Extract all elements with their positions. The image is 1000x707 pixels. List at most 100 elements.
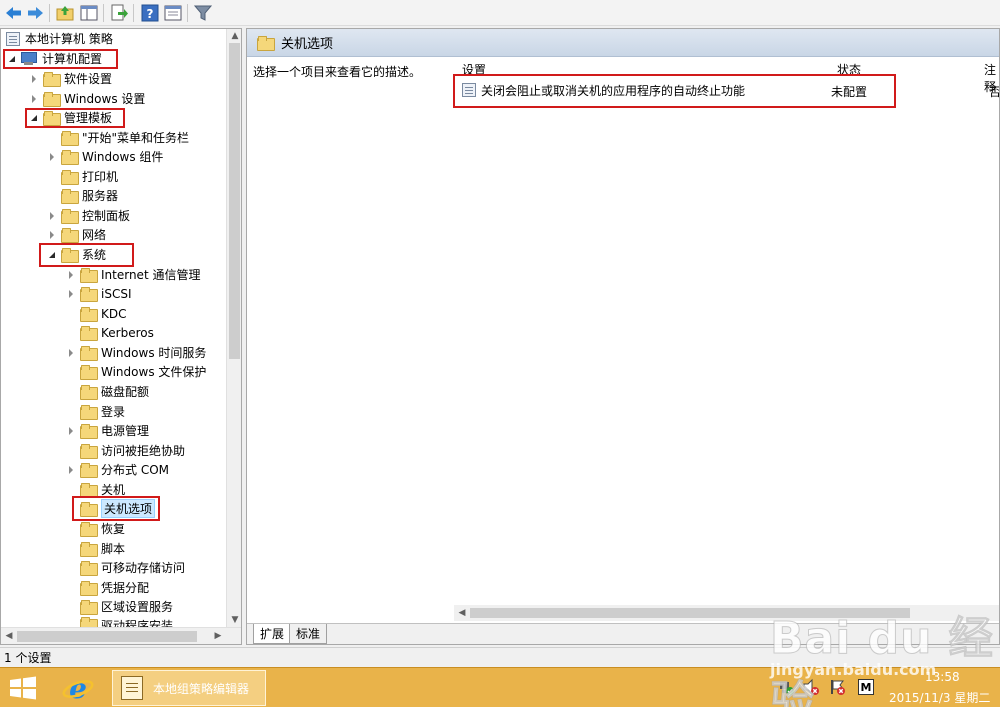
tree-item-internet-comm[interactable]: Internet 通信管理: [65, 265, 200, 284]
tab-extended[interactable]: 扩展: [253, 624, 292, 644]
network-tray-icon[interactable]: [777, 678, 795, 696]
folder-icon: [80, 405, 98, 420]
folder-icon: [80, 542, 98, 557]
up-folder-icon[interactable]: [55, 3, 75, 23]
collapsed-arrow-icon[interactable]: [65, 425, 77, 437]
folder-icon: [61, 131, 79, 146]
tree-item-kerberos[interactable]: Kerberos: [80, 323, 154, 342]
tree-item-windows-file-protection[interactable]: Windows 文件保护: [80, 362, 206, 381]
scroll-left-icon[interactable]: ◀: [1, 629, 17, 643]
tree-horizontal-scrollbar[interactable]: ◀ ▶: [1, 627, 241, 644]
start-windows-icon[interactable]: [8, 676, 38, 700]
tree-item-recovery[interactable]: 恢复: [80, 519, 125, 538]
folder-icon: [61, 228, 79, 243]
clock-date[interactable]: 2015/11/3 星期二: [889, 689, 990, 706]
folder-icon: [80, 463, 98, 478]
folder-icon: [43, 72, 61, 87]
tree-item-driver-install[interactable]: 驱动程序安装: [80, 617, 173, 627]
help-icon[interactable]: ?: [140, 3, 160, 23]
tree-label: 登录: [101, 405, 126, 419]
tab-standard[interactable]: 标准: [289, 624, 328, 644]
folder-icon: [80, 365, 98, 380]
tree-item-start-menu[interactable]: "开始"菜单和任务栏: [61, 128, 189, 147]
tree-item-scripts[interactable]: 脚本: [80, 539, 125, 558]
svg-text:e: e: [69, 673, 87, 703]
folder-icon: [80, 444, 98, 459]
folder-icon: [80, 522, 98, 537]
tree-label: 区域设置服务: [101, 600, 174, 614]
tree-item-windows-settings[interactable]: Windows 设置: [28, 89, 145, 108]
collapsed-arrow-icon[interactable]: [46, 229, 58, 241]
highlight-system: [39, 243, 134, 267]
tree-vertical-scrollbar[interactable]: ▲ ▼: [226, 29, 241, 627]
forward-icon[interactable]: [25, 3, 45, 23]
folder-icon: [80, 617, 98, 627]
highlight-shutdown-options: [72, 496, 160, 521]
flag-tray-icon[interactable]: [828, 678, 846, 696]
back-icon[interactable]: [4, 3, 24, 23]
tree-label: 控制面板: [82, 209, 131, 223]
tree-root-local-policy[interactable]: 本地计算机 策略: [4, 29, 113, 48]
collapsed-arrow-icon[interactable]: [46, 210, 58, 222]
tree-item-kdc[interactable]: KDC: [80, 304, 127, 323]
export-list-icon[interactable]: [109, 3, 129, 23]
scroll-thumb[interactable]: [17, 631, 197, 642]
collapsed-arrow-icon[interactable]: [28, 73, 40, 85]
folder-icon: [61, 170, 79, 185]
tree-label: 恢复: [101, 522, 126, 536]
tree-label: 访问被拒绝协助: [101, 444, 186, 458]
folder-icon: [80, 600, 98, 615]
tree-item-power-management[interactable]: 电源管理: [65, 421, 149, 440]
tree-item-network[interactable]: 网络: [46, 225, 106, 244]
scroll-thumb[interactable]: [470, 608, 910, 618]
tree-item-logon[interactable]: 登录: [80, 402, 125, 421]
clock-time[interactable]: 13:58: [925, 670, 960, 684]
tree-item-disk-quota[interactable]: 磁盘配额: [80, 382, 149, 401]
taskbar-app-gpedit[interactable]: 本地组策略编辑器: [112, 670, 266, 706]
tree-item-windows-components[interactable]: Windows 组件: [46, 147, 163, 166]
taskbar-app-label: 本地组策略编辑器: [153, 681, 250, 696]
scroll-up-icon[interactable]: ▲: [227, 29, 241, 43]
scroll-right-icon[interactable]: ▶: [210, 629, 226, 643]
tree-item-software-settings[interactable]: 软件设置: [28, 69, 112, 88]
show-hide-tree-icon[interactable]: [79, 3, 99, 23]
tree-item-iscsi[interactable]: iSCSI: [65, 284, 132, 303]
properties-icon[interactable]: [163, 3, 183, 23]
collapsed-arrow-icon[interactable]: [65, 288, 77, 300]
collapsed-arrow-icon[interactable]: [46, 151, 58, 163]
scroll-down-icon[interactable]: ▼: [227, 613, 241, 627]
collapsed-arrow-icon[interactable]: [65, 347, 77, 359]
tree-item-locale-services[interactable]: 区域设置服务: [80, 597, 173, 616]
tree-label: 打印机: [82, 170, 119, 184]
tree-item-server[interactable]: 服务器: [61, 186, 118, 205]
collapsed-arrow-icon[interactable]: [65, 464, 77, 476]
group-policy-editor-icon: [121, 676, 143, 700]
tree-label: 可移动存储访问: [101, 561, 186, 575]
tree-label: 软件设置: [64, 72, 113, 86]
tree-item-printers[interactable]: 打印机: [61, 167, 118, 186]
folder-icon: [80, 561, 98, 576]
filter-icon[interactable]: [193, 3, 213, 23]
status-bar: 1 个设置: [0, 647, 1000, 667]
scroll-left-icon[interactable]: ◀: [454, 606, 470, 620]
scroll-thumb[interactable]: [229, 43, 240, 359]
tree-item-removable-storage[interactable]: 可移动存储访问: [80, 558, 185, 577]
taskbar: e 本地组策略编辑器 M 13:58 2015/11/3 星期二: [0, 667, 1000, 707]
internet-explorer-icon[interactable]: e: [62, 672, 94, 705]
tree-label: KDC: [101, 306, 127, 321]
tree-item-control-panel[interactable]: 控制面板: [46, 206, 130, 225]
tree-item-access-denied-assistance[interactable]: 访问被拒绝协助: [80, 441, 185, 460]
tree-item-distributed-com[interactable]: 分布式 COM: [65, 460, 169, 479]
input-method-icon[interactable]: M: [858, 679, 874, 695]
folder-icon: [80, 424, 98, 439]
details-header: 关机选项: [247, 29, 999, 57]
collapsed-arrow-icon[interactable]: [28, 93, 40, 105]
tree-item-windows-time[interactable]: Windows 时间服务: [65, 343, 206, 362]
tree-label: "开始"菜单和任务栏: [82, 131, 190, 145]
collapsed-arrow-icon[interactable]: [65, 269, 77, 281]
tree-label: 服务器: [82, 189, 119, 203]
volume-tray-icon[interactable]: [802, 678, 820, 696]
tree-label: 驱动程序安装: [101, 619, 174, 627]
list-horizontal-scrollbar[interactable]: ◀: [454, 605, 999, 621]
tree-item-credentials-delegation[interactable]: 凭据分配: [80, 578, 149, 597]
